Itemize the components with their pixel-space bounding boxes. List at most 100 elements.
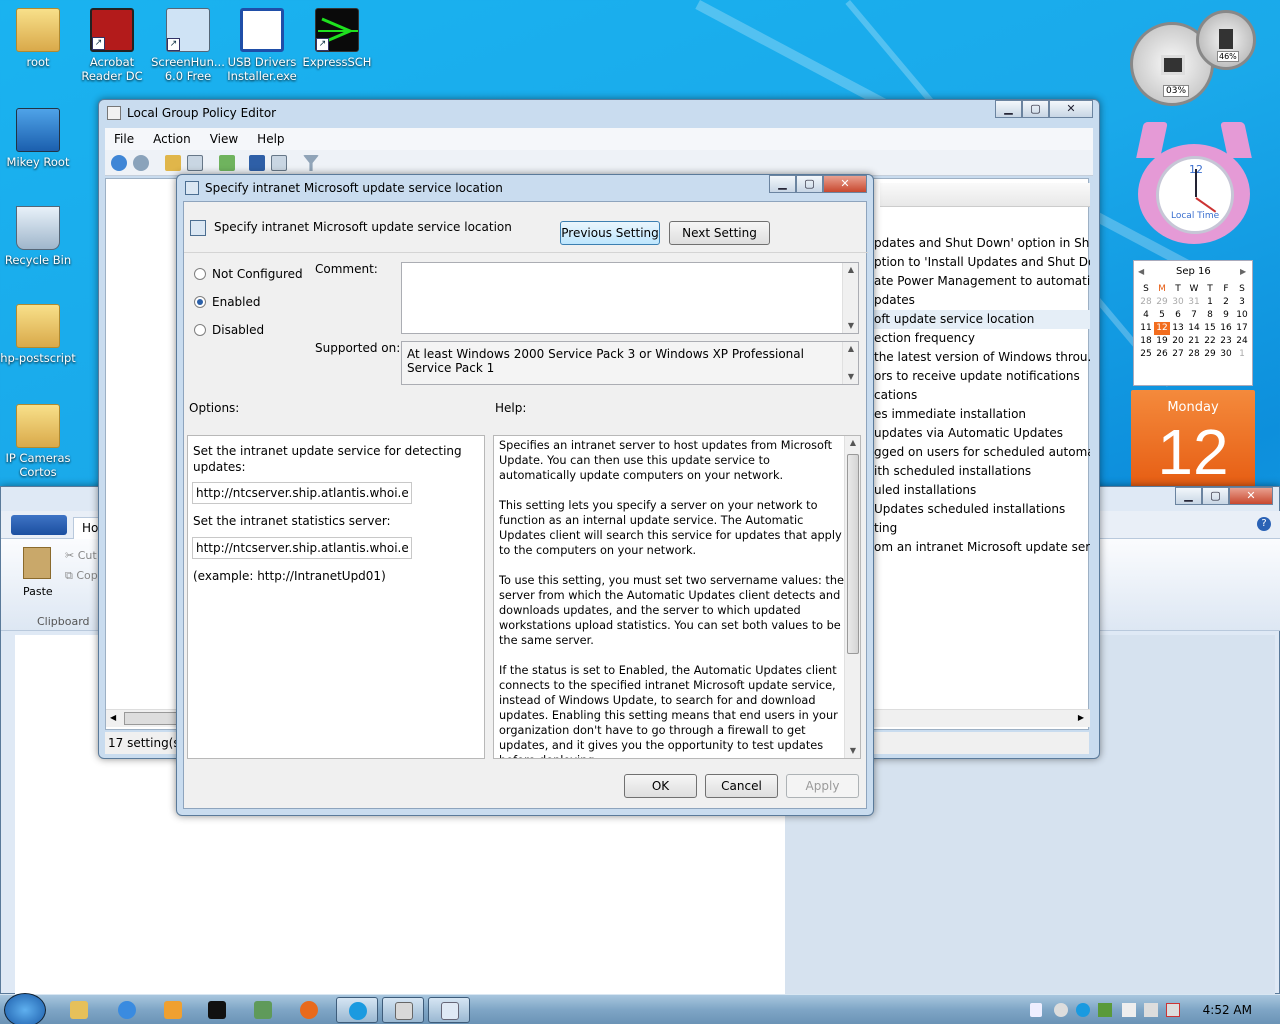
policy-list-item[interactable]: pdates bbox=[872, 291, 1090, 310]
calendar-day[interactable]: 22 bbox=[1202, 335, 1218, 348]
filter-icon[interactable] bbox=[303, 155, 319, 171]
menu-view[interactable]: View bbox=[201, 128, 248, 150]
calendar-day[interactable]: 23 bbox=[1218, 335, 1234, 348]
apply-button[interactable]: Apply bbox=[786, 774, 859, 798]
taskbar-firefox[interactable] bbox=[288, 997, 330, 1023]
taskbar-cmd[interactable] bbox=[196, 997, 238, 1023]
date-gadget[interactable]: Monday 12 bbox=[1131, 390, 1255, 490]
detect-server-input[interactable] bbox=[192, 482, 412, 504]
policy-list-item[interactable]: oft update service location bbox=[872, 310, 1090, 329]
skype-tray-icon[interactable] bbox=[1076, 1003, 1090, 1017]
comment-textarea[interactable]: ▲ ▼ bbox=[401, 262, 859, 334]
policy-list-item[interactable]: ith scheduled installations bbox=[872, 462, 1090, 481]
desktop-icon-expresssch[interactable]: ↗ ExpressSCH bbox=[299, 8, 375, 69]
minimize-button[interactable]: ▁ bbox=[995, 100, 1022, 118]
clock-gadget[interactable]: 12 Local Time bbox=[1136, 122, 1252, 252]
calendar-day[interactable]: 16 bbox=[1218, 322, 1234, 335]
policy-list-item[interactable]: uled installations bbox=[872, 481, 1090, 500]
desktop-icon-recycle-bin[interactable]: Recycle Bin bbox=[0, 206, 76, 267]
calendar-day[interactable]: 10 bbox=[1234, 309, 1250, 322]
desktop-icon-acrobat[interactable]: ↗ Acrobat Reader DC bbox=[74, 8, 150, 83]
volume-muted-icon[interactable] bbox=[1122, 1003, 1136, 1017]
calendar-day[interactable]: 20 bbox=[1170, 335, 1186, 348]
policy-list-item[interactable]: ors to receive update notifications bbox=[872, 367, 1090, 386]
desktop-icon-usb-drivers[interactable]: USB Drivers Installer.exe bbox=[224, 8, 300, 83]
desktop-icon-hp-postscript[interactable]: hp-postscript bbox=[0, 304, 76, 365]
policy-list-item[interactable]: updates via Automatic Updates bbox=[872, 424, 1090, 443]
scroll-thumb[interactable] bbox=[847, 454, 859, 654]
close-button[interactable]: ✕ bbox=[1229, 487, 1273, 505]
policy-list-item[interactable]: ate Power Management to automati... bbox=[872, 272, 1090, 291]
policy-list-item[interactable]: the latest version of Windows throu... bbox=[872, 348, 1090, 367]
desktop-icon-screenhunter[interactable]: ↗ ScreenHun... 6.0 Free bbox=[150, 8, 226, 83]
scroll-right-icon[interactable]: ▶ bbox=[1078, 713, 1084, 722]
desktop-icon-mikey-root[interactable]: Mikey Root bbox=[0, 108, 76, 169]
help-icon[interactable] bbox=[249, 155, 265, 171]
policy-list-item[interactable]: es immediate installation bbox=[872, 405, 1090, 424]
desktop-icon-root[interactable]: root bbox=[0, 8, 76, 69]
back-icon[interactable] bbox=[111, 155, 127, 171]
scroll-down-icon[interactable]: ▼ bbox=[843, 370, 859, 384]
scroll-thumb[interactable] bbox=[124, 712, 184, 725]
ok-button[interactable]: OK bbox=[624, 774, 697, 798]
calendar-day[interactable]: 1 bbox=[1202, 296, 1218, 309]
calendar-prev-icon[interactable]: ◀ bbox=[1138, 267, 1144, 276]
menu-file[interactable]: File bbox=[105, 128, 144, 150]
calendar-day[interactable]: 5 bbox=[1154, 309, 1170, 322]
scroll-left-icon[interactable]: ◀ bbox=[110, 713, 116, 722]
stats-server-input[interactable] bbox=[192, 537, 412, 559]
taskbar-media-player[interactable] bbox=[152, 997, 194, 1023]
paste-button[interactable]: Paste bbox=[23, 585, 53, 598]
calendar-day[interactable]: 30 bbox=[1218, 348, 1234, 361]
taskbar-ie[interactable] bbox=[106, 997, 148, 1023]
calendar-day[interactable]: 21 bbox=[1186, 335, 1202, 348]
policy-list-item[interactable]: ting bbox=[872, 519, 1090, 538]
desktop-icon-ip-cameras[interactable]: IP Cameras Cortos bbox=[0, 404, 76, 479]
calendar-day[interactable]: 29 bbox=[1202, 348, 1218, 361]
supported-scrollbar[interactable]: ▲ ▼ bbox=[842, 342, 858, 384]
comment-scrollbar[interactable]: ▲ ▼ bbox=[842, 263, 858, 333]
tray-app-icon[interactable] bbox=[1030, 1003, 1042, 1017]
close-button[interactable]: ✕ bbox=[823, 175, 867, 193]
taskbar-explorer[interactable] bbox=[58, 997, 100, 1023]
tray-app-icon[interactable] bbox=[1098, 1003, 1112, 1017]
calendar-day[interactable]: 26 bbox=[1154, 348, 1170, 361]
taskbar-wordpad[interactable] bbox=[428, 997, 470, 1023]
calendar-day[interactable]: 9 bbox=[1218, 309, 1234, 322]
properties-icon[interactable] bbox=[271, 155, 287, 171]
radio-disabled[interactable]: Disabled bbox=[194, 323, 264, 337]
taskbar-skype[interactable] bbox=[336, 997, 378, 1023]
calendar-day[interactable]: 28 bbox=[1138, 296, 1154, 309]
tray-app-icon[interactable] bbox=[1054, 1003, 1068, 1017]
maximize-button[interactable]: ▢ bbox=[796, 175, 823, 193]
calendar-day[interactable]: 15 bbox=[1202, 322, 1218, 335]
minimize-button[interactable]: ▁ bbox=[769, 175, 796, 193]
calendar-day[interactable]: 7 bbox=[1186, 309, 1202, 322]
scroll-up-icon[interactable]: ▲ bbox=[843, 263, 859, 277]
calendar-day[interactable]: 27 bbox=[1170, 348, 1186, 361]
help-icon[interactable]: ? bbox=[1257, 517, 1271, 531]
calendar-day[interactable]: 24 bbox=[1234, 335, 1250, 348]
close-button[interactable]: ✕ bbox=[1049, 100, 1093, 118]
policy-list-item[interactable]: Updates scheduled installations bbox=[872, 500, 1090, 519]
wordpad-menu-button[interactable] bbox=[11, 515, 67, 535]
network-error-icon[interactable] bbox=[1166, 1003, 1180, 1017]
policy-list-item[interactable]: ection frequency bbox=[872, 329, 1090, 348]
calendar-day[interactable]: 25 bbox=[1138, 348, 1154, 361]
next-setting-button[interactable]: Next Setting bbox=[669, 221, 770, 245]
forward-icon[interactable] bbox=[133, 155, 149, 171]
maximize-button[interactable]: ▢ bbox=[1202, 487, 1229, 505]
calendar-day[interactable]: 30 bbox=[1170, 296, 1186, 309]
calendar-day[interactable]: 3 bbox=[1234, 296, 1250, 309]
taskbar-network[interactable] bbox=[242, 997, 284, 1023]
calendar-day[interactable]: 11 bbox=[1138, 322, 1154, 335]
calendar-day[interactable]: 4 bbox=[1138, 309, 1154, 322]
power-icon[interactable] bbox=[1144, 1003, 1158, 1017]
start-button[interactable] bbox=[4, 993, 46, 1024]
scroll-up-icon[interactable]: ▲ bbox=[843, 342, 859, 356]
previous-setting-button[interactable]: Previous Setting bbox=[560, 221, 660, 245]
taskbar-clock[interactable]: 4:52 AM bbox=[1203, 1003, 1252, 1017]
taskbar-policy-editor[interactable] bbox=[382, 997, 424, 1023]
calendar-day[interactable]: 17 bbox=[1234, 322, 1250, 335]
memory-meter-gadget[interactable]: 46% bbox=[1196, 10, 1256, 70]
